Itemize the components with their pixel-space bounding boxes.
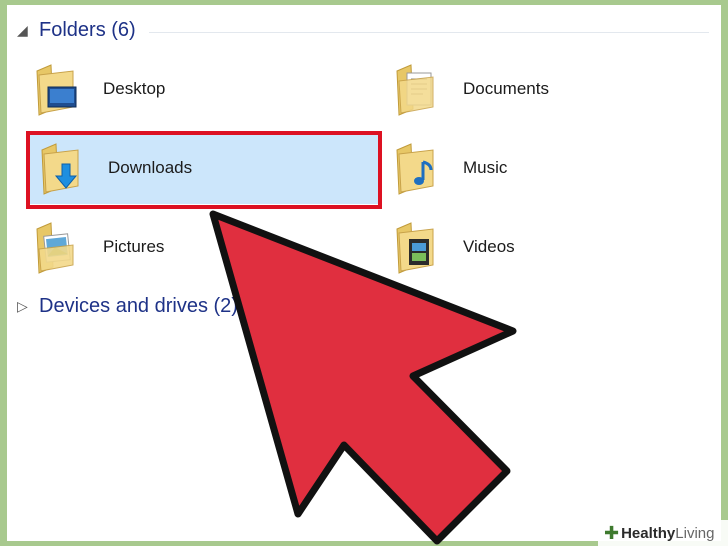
watermark-text-light: Living: [675, 524, 715, 542]
watermark-logo: ✚ Healthy Living: [598, 520, 728, 546]
arrow-cursor-icon: [209, 210, 517, 545]
plus-icon: ✚: [604, 522, 620, 543]
watermark-text-bold: Healthy: [621, 524, 676, 542]
